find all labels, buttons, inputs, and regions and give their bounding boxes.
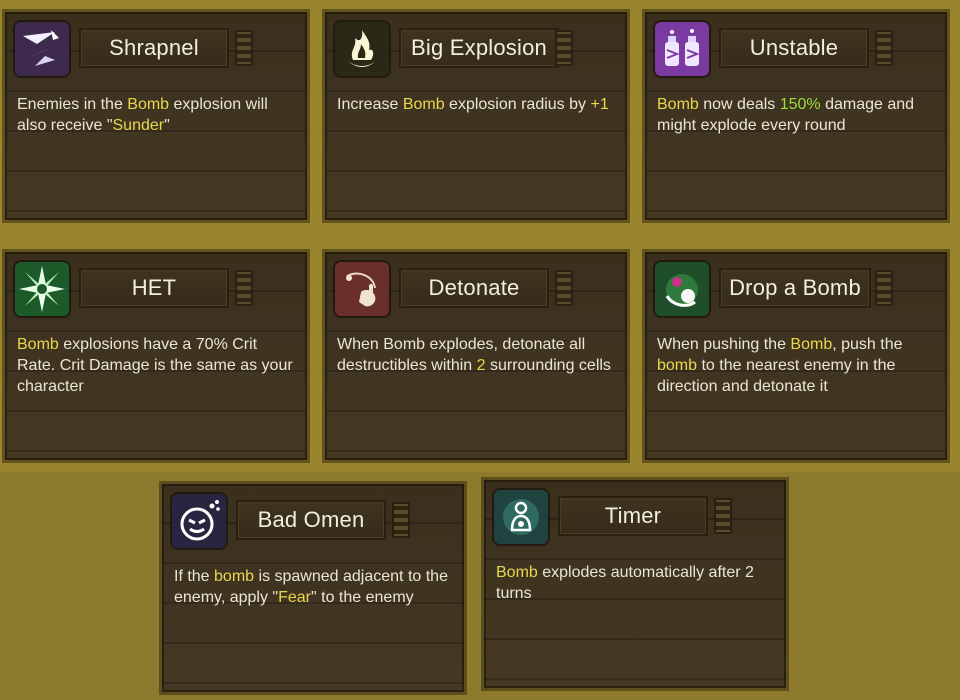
card-title: Big Explosion: [411, 35, 547, 60]
unstable-icon: [655, 22, 709, 76]
card-title: Timer: [604, 503, 662, 528]
highlight-text: 150%: [779, 96, 821, 113]
card-description: When pushing the Bomb, push the bomb to …: [657, 334, 935, 397]
card-timer[interactable]: Timer Bomb explodes automatically after …: [484, 480, 786, 688]
description-text: Increase: [337, 96, 403, 113]
plate-notch: [555, 30, 573, 66]
highlight-text: Bomb: [657, 96, 699, 113]
card-description: If the bomb is spawned adjacent to the e…: [174, 566, 452, 608]
card-title-plate: Big Explosion: [399, 28, 559, 68]
card-title: HET: [131, 275, 177, 300]
card-title: Drop a Bomb: [729, 275, 861, 300]
card-title-plate: Bad Omen: [236, 500, 386, 540]
plate-notch: [235, 30, 253, 66]
card-title: Shrapnel: [109, 35, 199, 60]
highlight-text: +1: [590, 96, 609, 113]
card-bad-omen[interactable]: Bad Omen If the bomb is spawned adjacent…: [162, 484, 464, 692]
het-icon: [15, 262, 69, 316]
highlight-text: 2: [476, 357, 486, 374]
card-title-plate: Unstable: [719, 28, 869, 68]
plate-notch: [235, 270, 253, 306]
card-detonate[interactable]: Detonate When Bomb explodes, detonate al…: [325, 252, 627, 460]
card-description: Bomb explosions have a 70% Crit Rate. Cr…: [17, 334, 295, 397]
highlight-text: Bomb: [402, 96, 445, 113]
card-title-plate: Timer: [558, 496, 708, 536]
highlight-text: Sunder: [112, 117, 165, 134]
card-unstable[interactable]: Unstable Bomb now deals 150% damage and …: [645, 12, 947, 220]
highlight-text: Bomb: [17, 336, 59, 353]
highlight-text: bomb: [657, 357, 698, 374]
plate-notch: [875, 270, 893, 306]
highlight-text: Bomb: [790, 336, 833, 353]
card-title-plate: Drop a Bomb: [719, 268, 871, 308]
description-text: surrounding cells: [485, 357, 611, 374]
card-description: Bomb explodes automatically after 2 turn…: [496, 562, 774, 604]
description-text: explosion radius by: [444, 96, 591, 113]
card-title: Detonate: [428, 275, 520, 300]
card-drop-a-bomb[interactable]: Drop a Bomb When pushing the Bomb, push …: [645, 252, 947, 460]
plate-notch: [875, 30, 893, 66]
card-description: Bomb now deals 150% damage and might exp…: [657, 94, 935, 136]
big-explosion-icon: [335, 22, 389, 76]
card-big-explosion[interactable]: Big Explosion Increase Bomb explosion ra…: [325, 12, 627, 220]
card-title-plate: Detonate: [399, 268, 549, 308]
card-description: When Bomb explodes, detonate all destruc…: [337, 334, 615, 376]
highlight-text: Bomb: [127, 96, 170, 113]
card-title: Bad Omen: [257, 507, 365, 532]
description-text: If the: [174, 568, 215, 585]
card-het[interactable]: HET Bomb explosions have a 70% Crit Rate…: [5, 252, 307, 460]
plate-notch: [714, 498, 732, 534]
plate-notch: [392, 502, 410, 538]
timer-icon: [494, 490, 548, 544]
highlight-text: Fear: [278, 589, 312, 606]
description-text: ": [164, 117, 170, 134]
card-title-plate: HET: [79, 268, 229, 308]
drop-bomb-icon: [655, 262, 709, 316]
description-text: " to the enemy: [311, 589, 414, 606]
detonate-icon: [335, 262, 389, 316]
description-text: now deals: [698, 96, 780, 113]
shrapnel-icon: [15, 22, 69, 76]
card-title: Unstable: [749, 35, 839, 60]
card-description: Increase Bomb explosion radius by +1: [337, 94, 615, 115]
highlight-text: bomb: [214, 568, 255, 585]
card-description: Enemies in the Bomb explosion will also …: [17, 94, 295, 136]
description-text: , push the: [832, 336, 903, 353]
description-text: When pushing the: [657, 336, 791, 353]
description-text: explosions have a 70% Crit Rate. Crit Da…: [17, 336, 293, 395]
highlight-text: Bomb: [496, 564, 538, 581]
bad-omen-icon: [172, 494, 226, 548]
plate-notch: [555, 270, 573, 306]
card-title-plate: Shrapnel: [79, 28, 229, 68]
description-text: Enemies in the: [17, 96, 128, 113]
card-shrapnel[interactable]: Shrapnel Enemies in the Bomb explosion w…: [5, 12, 307, 220]
